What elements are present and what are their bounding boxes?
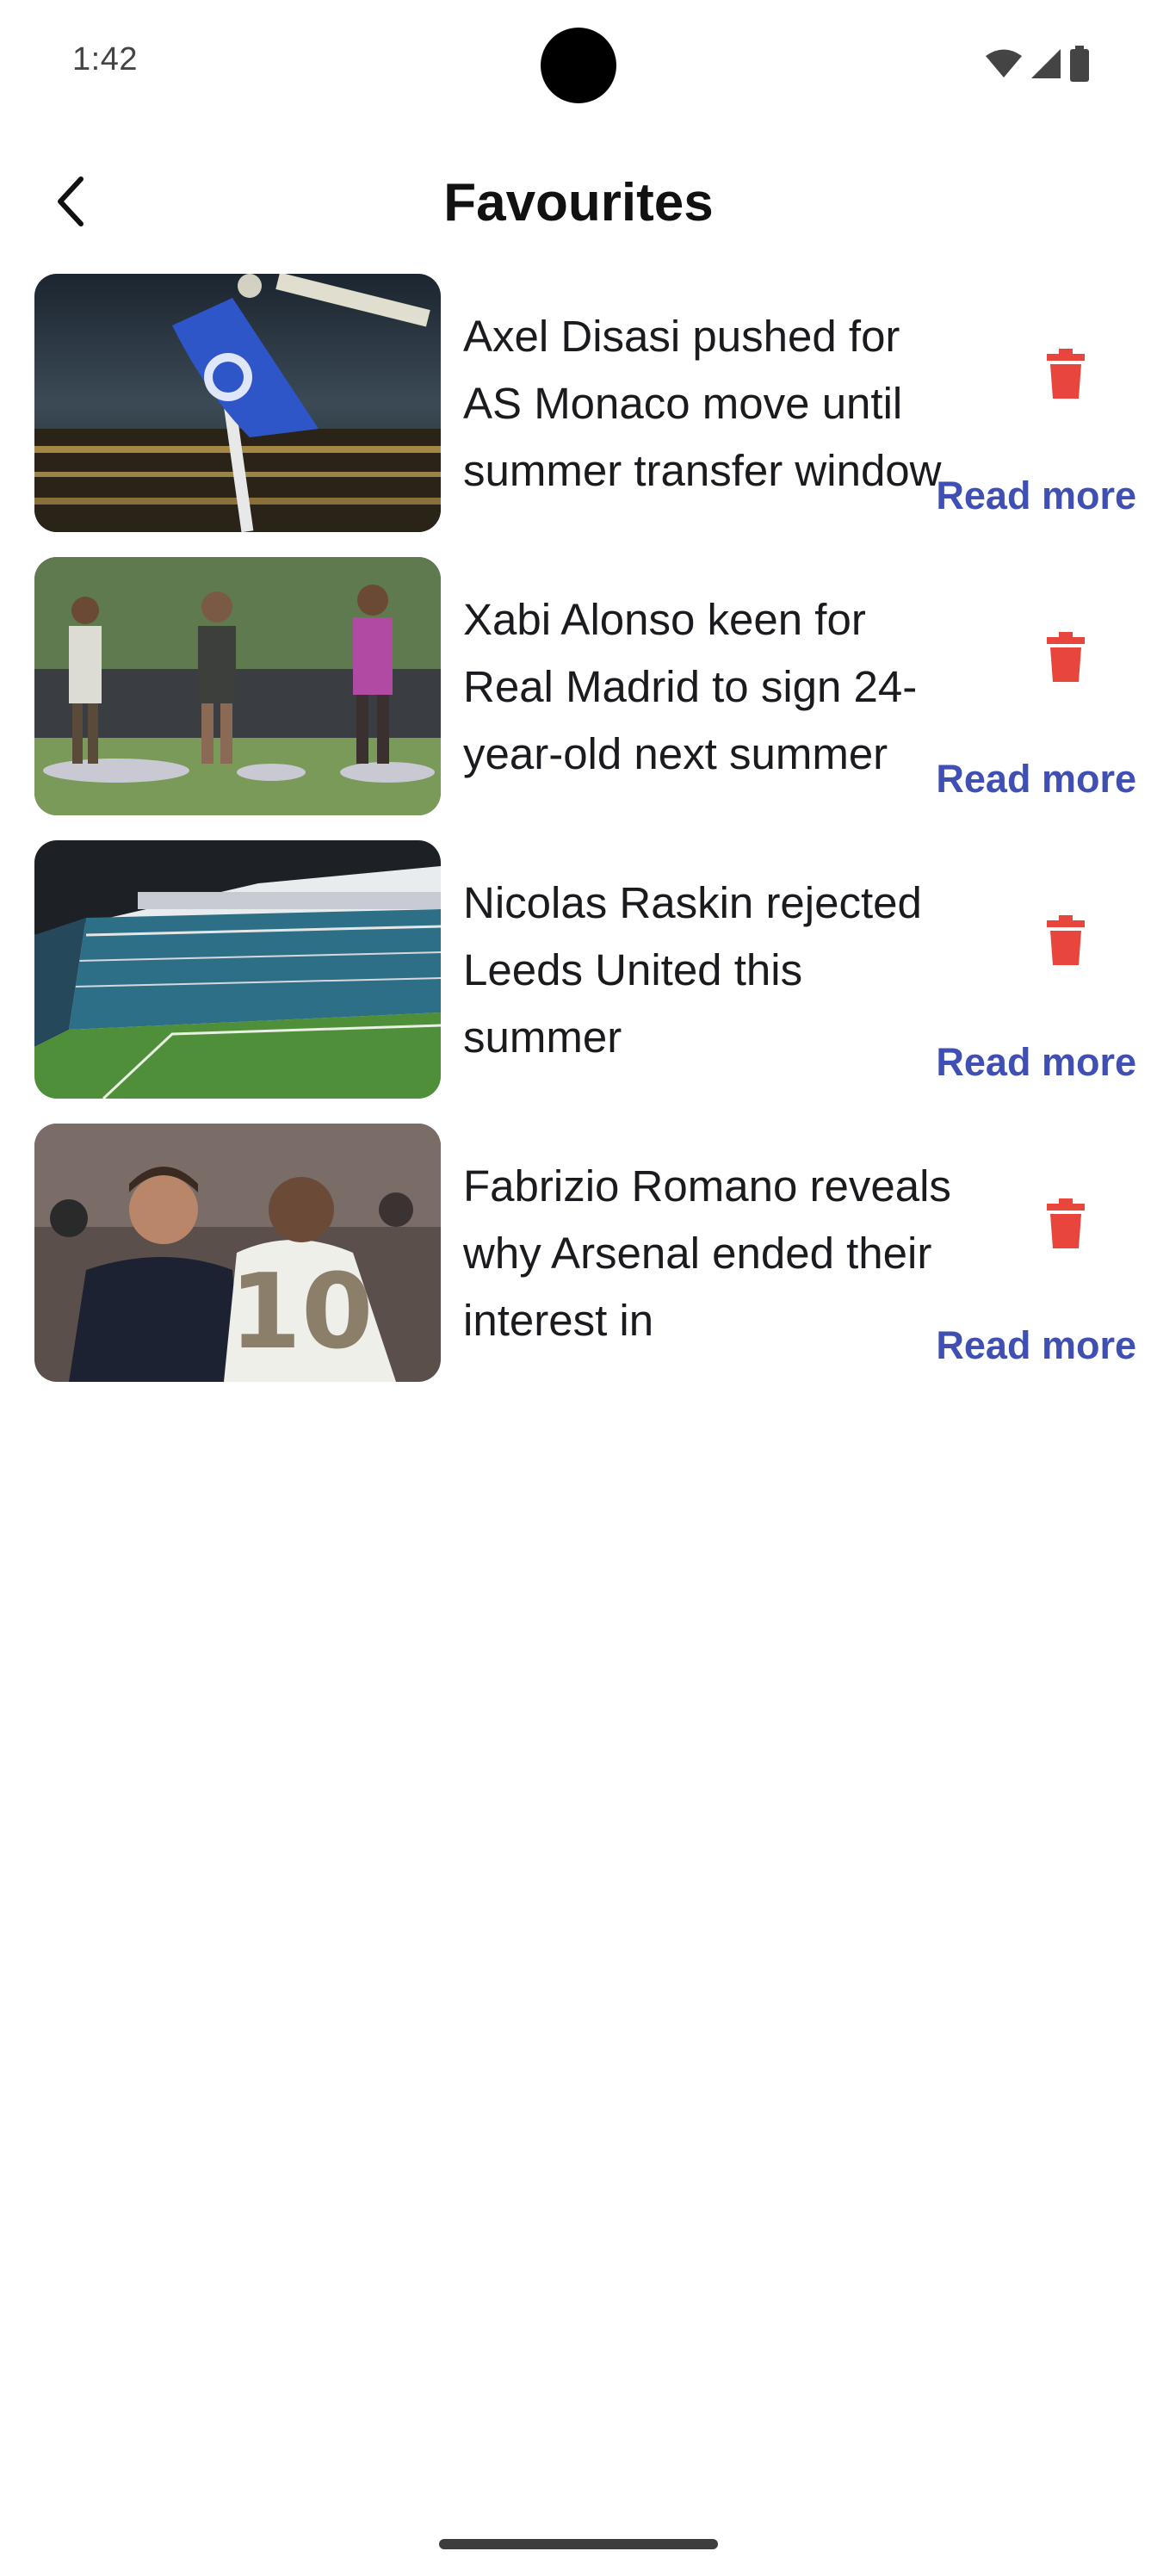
article-thumbnail[interactable] (34, 557, 441, 815)
delete-button[interactable] (1024, 1184, 1107, 1266)
list-item[interactable]: Axel Disasi pushed for AS Monaco move un… (34, 274, 1136, 532)
article-title: Fabrizio Romano reveals why Arsenal ende… (463, 1161, 951, 1345)
app-bar: Favourites (0, 146, 1157, 257)
article-title: Xabi Alonso keen for Real Madrid to sign… (463, 595, 918, 778)
favourites-list: Axel Disasi pushed for AS Monaco move un… (34, 274, 1136, 1407)
status-bar: 1:42 (0, 0, 1157, 129)
read-more-link[interactable]: Read more (936, 757, 1136, 802)
delete-button[interactable] (1024, 617, 1107, 700)
read-more-link[interactable]: Read more (936, 474, 1136, 518)
list-item[interactable]: Nicolas Raskin rejected Leeds United thi… (34, 840, 1136, 1099)
delete-button[interactable] (1024, 334, 1107, 417)
svg-text:10: 10 (230, 1253, 374, 1372)
read-more-link[interactable]: Read more (936, 1323, 1136, 1368)
read-more-link[interactable]: Read more (936, 1040, 1136, 1085)
status-time: 1:42 (72, 41, 138, 77)
page-title: Favourites (443, 173, 714, 232)
trash-icon (1047, 914, 1085, 969)
delete-button[interactable] (1024, 901, 1107, 983)
trash-icon (1047, 631, 1085, 686)
list-item[interactable]: 10 Fabrizio Romano reveals why Arsenal e… (34, 1124, 1136, 1382)
trash-icon (1047, 1198, 1085, 1253)
home-indicator[interactable] (439, 2539, 718, 2549)
article-title: Nicolas Raskin rejected Leeds United thi… (463, 878, 922, 1062)
battery-icon (1069, 46, 1090, 82)
article-title: Axel Disasi pushed for AS Monaco move un… (463, 312, 942, 495)
wifi-icon (985, 48, 1023, 79)
camera-cutout (541, 28, 616, 103)
article-thumbnail[interactable]: 10 (34, 1124, 441, 1382)
article-thumbnail[interactable] (34, 274, 441, 532)
list-item[interactable]: Xabi Alonso keen for Real Madrid to sign… (34, 557, 1136, 815)
trash-icon (1047, 348, 1085, 403)
article-thumbnail[interactable] (34, 840, 441, 1099)
signal-icon (1030, 47, 1062, 80)
status-icons (985, 45, 1090, 83)
